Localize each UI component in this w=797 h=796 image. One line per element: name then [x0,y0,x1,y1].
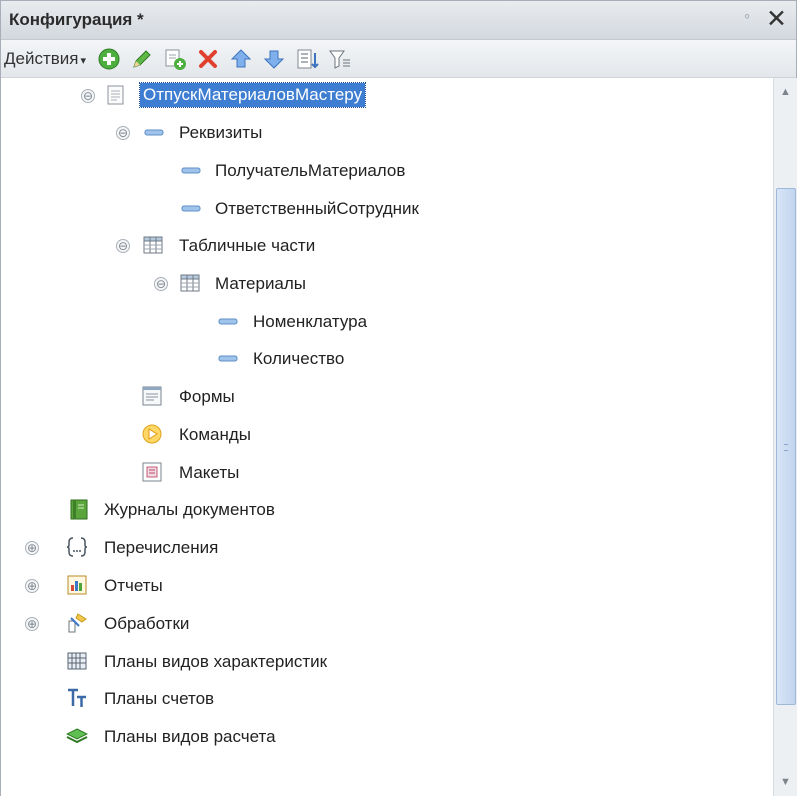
chart-of-accounts-icon [68,688,86,707]
tree-item-label: Макеты [179,463,240,482]
tree-item-forms[interactable]: Формы [1,380,773,416]
tree-item-label: ОтветственныйСотрудник [215,199,419,218]
tree-item-label: Формы [179,387,235,406]
attribute-icon [218,318,238,325]
attribute-icon [181,205,201,212]
metadata-tree: ⊖ ОтпускМатериаловМастеру ⊖ Реквизиты По… [1,78,773,796]
sort-icon[interactable] [295,47,319,71]
command-icon [142,424,162,444]
calculation-plan-icon [66,728,88,744]
tree-item-attribute[interactable]: ОтветственныйСотрудник [1,192,773,228]
expand-toggle[interactable]: ⊕ [25,617,39,631]
tree-item-label: Журналы документов [104,500,275,519]
scroll-down-icon[interactable]: ▼ [774,770,797,794]
tree-item-calculation-plans[interactable]: Планы видов расчета [1,720,773,756]
enum-icon [66,537,88,557]
tree-item-attributes[interactable]: ⊖ Реквизиты [1,116,773,152]
tree-item-commands[interactable]: Команды [1,418,773,454]
tree-item-label: Реквизиты [179,123,263,142]
tree-item-enums[interactable]: ⊕ Перечисления [1,531,773,567]
tree-item-label: Материалы [215,274,307,293]
journal-icon [70,499,88,520]
document-icon [107,85,124,105]
tree-item-templates[interactable]: Макеты [1,456,773,492]
pin-icon[interactable]: ᵒ [745,12,749,24]
collapse-toggle[interactable]: ⊖ [81,89,95,103]
tree-item-label: ОтпускМатериаловМастеру [138,82,367,108]
edit-pencil-icon[interactable] [130,47,154,71]
characteristic-plan-icon [67,652,87,670]
tree-item-data-processors[interactable]: ⊕ Обработки [1,607,773,643]
tree-item-label: Планы счетов [104,689,215,708]
move-up-icon[interactable] [229,47,253,71]
close-icon[interactable]: ✕ [766,5,787,33]
tree-item-attribute[interactable]: Количество [1,342,773,378]
actions-menu-label: Действия [4,49,79,68]
tree-item-label: Табличные части [179,236,316,255]
tree-item-label: Планы видов характеристик [104,652,328,671]
chevron-down-icon: ▾ [80,55,87,67]
expand-toggle[interactable]: ⊕ [25,579,39,593]
table-icon [180,274,200,292]
template-icon [142,462,162,482]
tree-item-label: Количество [253,349,345,368]
collapse-toggle[interactable]: ⊖ [116,126,130,140]
tree-item-label: Номенклатура [253,312,368,331]
configuration-panel: Конфигурация * ᵒ ✕ Действия ▾ ⊖ ОтпускМа… [0,0,797,796]
table-icon [143,236,163,254]
filter-icon[interactable] [328,47,352,71]
tree-item-label: Отчеты [104,576,163,595]
tree-item-label: Обработки [104,614,190,633]
attribute-icon [144,129,164,136]
panel-title: Конфигурация * [9,10,144,29]
tree-item-document-journals[interactable]: Журналы документов [1,493,773,529]
toolbar: Действия ▾ [1,40,796,78]
grip-icon [784,444,788,451]
processing-icon [68,613,87,633]
tree-item-label: Перечисления [104,538,219,557]
add-icon[interactable] [97,47,121,71]
delete-x-icon[interactable] [196,47,220,71]
collapse-toggle[interactable]: ⊖ [154,277,168,291]
scrollbar-thumb[interactable] [776,188,796,705]
tree-item-reports[interactable]: ⊕ Отчеты [1,569,773,605]
report-icon [67,575,87,595]
tree-item-tabular-sections[interactable]: ⊖ Табличные части [1,229,773,265]
tree-item-attribute[interactable]: ПолучательМатериалов [1,154,773,190]
form-icon [142,386,162,406]
tree-item-attribute[interactable]: Номенклатура [1,305,773,341]
tree-item-label: ПолучательМатериалов [215,161,406,180]
tree-item-characteristic-plans[interactable]: Планы видов характеристик [1,645,773,681]
panel-titlebar: Конфигурация * ᵒ ✕ [1,1,796,40]
scroll-up-icon[interactable]: ▲ [774,80,797,104]
attribute-icon [218,355,238,362]
actions-menu-button[interactable]: Действия ▾ [4,49,86,69]
vertical-scrollbar[interactable]: ▲ ▼ [773,78,797,796]
collapse-toggle[interactable]: ⊖ [116,239,130,253]
tree-item-tabular-section[interactable]: ⊖ Материалы [1,267,773,303]
tree-item-label: Планы видов расчета [104,727,276,746]
expand-toggle[interactable]: ⊕ [25,541,39,555]
tree-item-label: Команды [179,425,252,444]
attribute-icon [181,167,201,174]
tree-item-document[interactable]: ⊖ ОтпускМатериаловМастеру [1,79,773,115]
copy-add-icon[interactable] [163,47,187,71]
tree-item-charts-of-accounts[interactable]: Планы счетов [1,682,773,718]
move-down-icon[interactable] [262,47,286,71]
